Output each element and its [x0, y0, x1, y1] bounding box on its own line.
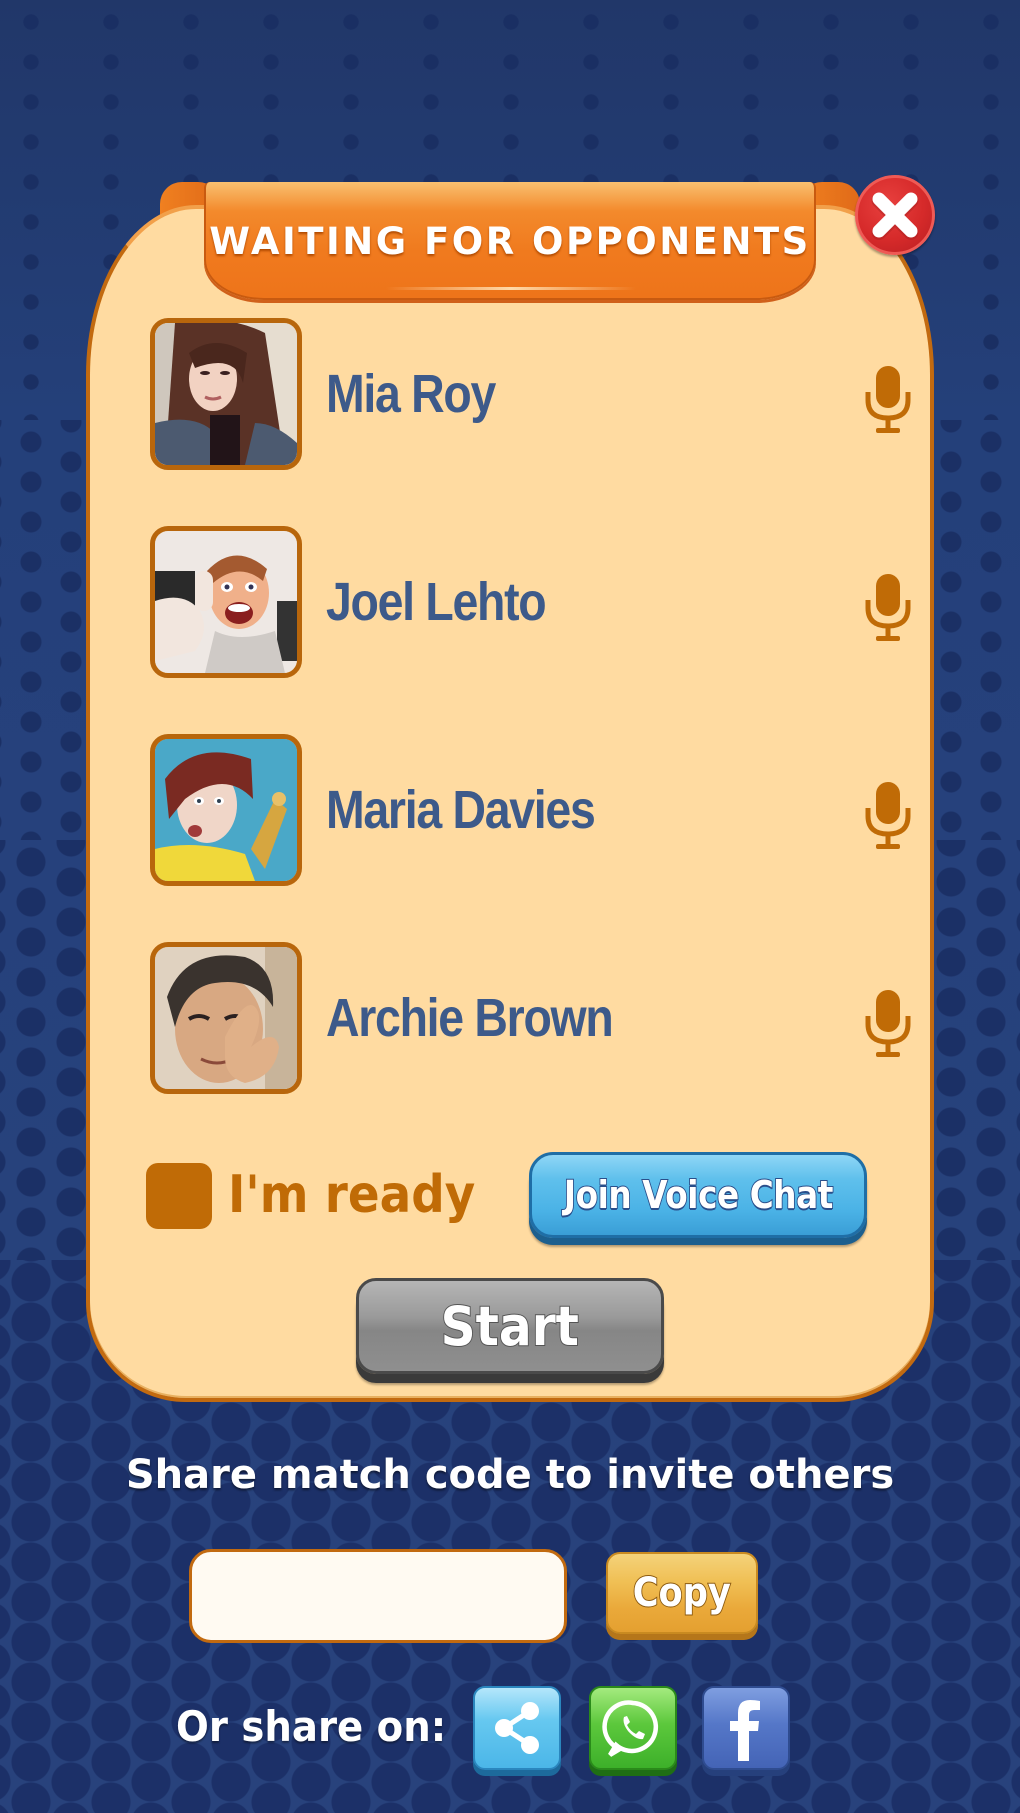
player-row: Mia Roy [150, 318, 911, 470]
facebook-button[interactable] [702, 1686, 790, 1770]
ready-checkbox[interactable] [146, 1163, 212, 1229]
share-title: Share match code to invite others [125, 1452, 895, 1498]
share-button[interactable] [473, 1686, 561, 1770]
join-voice-chat-label: Join Voice Chat [563, 1172, 834, 1218]
start-button[interactable]: Start [356, 1278, 664, 1374]
whatsapp-icon [602, 1700, 659, 1757]
player-name: Joel Lehto [326, 572, 547, 632]
player-row: Joel Lehto [150, 526, 911, 678]
match-code-field[interactable] [189, 1549, 567, 1643]
ready-label[interactable]: I'm ready [228, 1165, 475, 1225]
avatar-photo-joel-lehto [155, 531, 297, 673]
share-icon [495, 1702, 539, 1754]
close-button[interactable] [855, 175, 935, 255]
avatar-photo-mia-roy [155, 323, 297, 465]
start-label: Start [440, 1294, 580, 1359]
join-voice-chat-button[interactable]: Join Voice Chat [529, 1152, 867, 1238]
player-row: Maria Davies [150, 734, 911, 886]
microphone-icon[interactable] [862, 572, 914, 644]
dialog-title: WAITING FOR OPPONENTS [209, 219, 811, 263]
microphone-icon[interactable] [862, 780, 914, 852]
player-avatar [150, 318, 302, 470]
player-name: Mia Roy [326, 364, 496, 424]
player-avatar [150, 942, 302, 1094]
close-icon [871, 192, 919, 240]
player-name: Archie Brown [326, 988, 614, 1048]
whatsapp-button[interactable] [589, 1686, 677, 1770]
player-avatar [150, 734, 302, 886]
microphone-icon[interactable] [862, 988, 914, 1060]
copy-button[interactable]: Copy [606, 1552, 758, 1634]
player-avatar [150, 526, 302, 678]
avatar-photo-archie-brown [155, 947, 297, 1089]
avatar-photo-maria-davies [155, 739, 297, 881]
facebook-icon [730, 1700, 760, 1761]
dialog-title-ribbon: WAITING FOR OPPONENTS [204, 182, 816, 300]
microphone-icon[interactable] [862, 364, 914, 436]
player-row: Archie Brown [150, 942, 911, 1094]
copy-label: Copy [632, 1569, 732, 1617]
player-name: Maria Davies [326, 780, 596, 840]
or-share-on-label: Or share on: [176, 1702, 447, 1751]
